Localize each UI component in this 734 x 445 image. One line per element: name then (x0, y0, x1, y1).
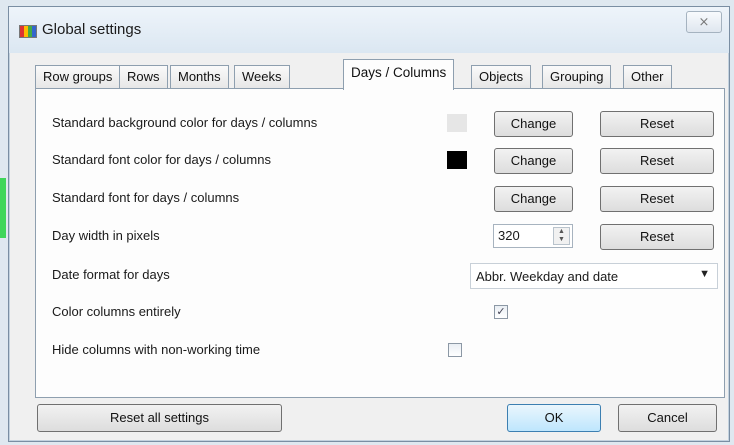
day-width-stepper[interactable]: 320 ▲ ▼ (493, 224, 573, 248)
font-color-swatch (447, 151, 467, 169)
tab-other[interactable]: Other (623, 65, 672, 89)
background-strip (0, 178, 6, 238)
font-color-reset-button[interactable]: Reset (600, 148, 714, 174)
tab-months[interactable]: Months (170, 65, 229, 89)
tab-grouping[interactable]: Grouping (542, 65, 612, 89)
font-color-change-button[interactable]: Change (494, 148, 573, 174)
color-columns-checkbox[interactable]: ✓ (494, 305, 508, 319)
spin-down-icon[interactable]: ▼ (554, 236, 569, 244)
font-color-label: Standard font color for days / columns (52, 152, 271, 167)
tab-weeks[interactable]: Weeks (234, 65, 290, 89)
spinner-buttons[interactable]: ▲ ▼ (553, 227, 570, 245)
tab-days-columns[interactable]: Days / Columns (343, 59, 455, 90)
font-label: Standard font for days / columns (52, 190, 240, 205)
spin-up-icon[interactable]: ▲ (554, 228, 569, 236)
date-format-label: Date format for days (52, 267, 170, 282)
hide-nonworking-label: Hide columns with non-working time (52, 342, 261, 357)
reset-all-settings-button[interactable]: Reset all settings (37, 404, 282, 432)
day-width-value: 320 (498, 228, 520, 243)
ok-button[interactable]: OK (507, 404, 601, 432)
bg-color-swatch (447, 114, 467, 132)
cancel-button[interactable]: Cancel (618, 404, 717, 432)
title-bar: Global settings ⨯ (9, 7, 729, 53)
tab-rows[interactable]: Rows (119, 65, 168, 89)
global-settings-dialog: Global settings ⨯ Row groups Rows Months… (8, 6, 730, 442)
bg-color-change-button[interactable]: Change (494, 111, 573, 137)
date-format-value: Abbr. Weekday and date (476, 269, 619, 284)
day-width-label: Day width in pixels (52, 228, 160, 243)
bg-color-reset-button[interactable]: Reset (600, 111, 714, 137)
tab-objects[interactable]: Objects (471, 65, 532, 89)
day-width-reset-button[interactable]: Reset (600, 224, 714, 250)
chevron-down-icon: ▼ (699, 268, 710, 280)
font-change-button[interactable]: Change (494, 186, 573, 212)
date-format-select[interactable]: Abbr. Weekday and date ▼ (470, 263, 718, 289)
hide-nonworking-checkbox[interactable] (448, 343, 462, 357)
window-title: Global settings (42, 21, 142, 38)
close-icon: ⨯ (698, 14, 710, 29)
close-button[interactable]: ⨯ (686, 11, 722, 33)
bg-color-label: Standard background color for days / col… (52, 115, 318, 130)
checkmark-icon: ✓ (496, 306, 506, 318)
tab-row-groups[interactable]: Row groups (35, 65, 121, 89)
app-logo-icon (19, 25, 37, 38)
color-columns-label: Color columns entirely (52, 304, 181, 319)
days-columns-panel: Standard background color for days / col… (35, 88, 725, 398)
font-reset-button[interactable]: Reset (600, 186, 714, 212)
